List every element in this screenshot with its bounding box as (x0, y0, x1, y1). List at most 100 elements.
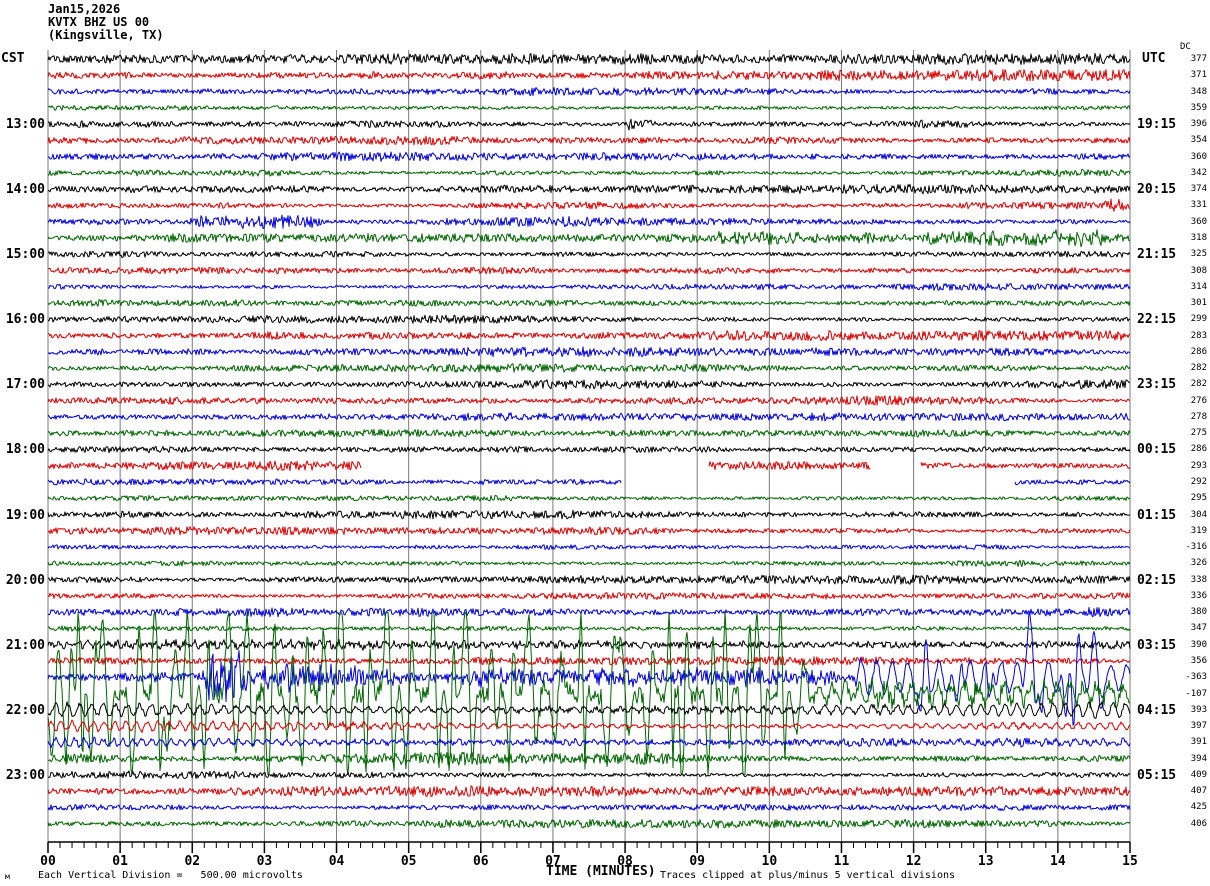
dc-value: 292 (1169, 477, 1207, 487)
dc-value: 286 (1169, 444, 1207, 454)
cst-hour-label: 14:00 (0, 182, 45, 197)
dc-value: 407 (1169, 786, 1207, 796)
x-axis-title: TIME (MINUTES) (546, 864, 656, 879)
seismic-trace-row (48, 429, 1130, 437)
dc-value: 409 (1169, 770, 1207, 780)
seismic-trace-row (48, 702, 1130, 719)
seismic-trace-row (48, 184, 1130, 194)
dc-value: 425 (1169, 802, 1207, 812)
dc-value: 299 (1169, 314, 1207, 324)
seismic-trace-row (48, 331, 1130, 341)
seismic-trace-row (48, 461, 1130, 471)
seismic-trace-row (48, 720, 1130, 732)
cst-hour-label: 23:00 (0, 768, 45, 783)
seismic-trace-row (48, 527, 1130, 535)
cst-hour-label: 13:00 (0, 117, 45, 132)
dc-value: 336 (1169, 591, 1207, 601)
dc-value: 331 (1169, 200, 1207, 210)
seismic-trace-row (48, 70, 1130, 82)
seismic-trace-row (48, 215, 1130, 228)
cst-hour-label: 22:00 (0, 703, 45, 718)
cst-hour-label: 19:00 (0, 508, 45, 523)
dc-value: -363 (1169, 672, 1207, 682)
seismic-trace-row (48, 608, 1130, 617)
dc-value: 354 (1169, 135, 1207, 145)
x-tick-label: 01 (102, 854, 138, 869)
dc-value: 282 (1169, 363, 1207, 373)
cst-hour-label: 16:00 (0, 312, 45, 327)
dc-value: 304 (1169, 510, 1207, 520)
dc-value: 283 (1169, 331, 1207, 341)
seismic-trace-row (48, 545, 1130, 550)
footer-clip-note: Traces clipped at plus/minus 5 vertical … (660, 870, 955, 881)
dc-value: 390 (1169, 640, 1207, 650)
seismic-trace-row (48, 593, 1130, 600)
dc-value: 276 (1169, 396, 1207, 406)
seismic-trace-row (48, 251, 1130, 257)
seismic-trace-row (48, 575, 1130, 584)
dc-value: 391 (1169, 737, 1207, 747)
dc-value: 301 (1169, 298, 1207, 308)
dc-value: 319 (1169, 526, 1207, 536)
seismic-trace-row (48, 315, 1130, 323)
seismic-trace-row (48, 560, 1130, 566)
seismic-trace-row (48, 230, 1130, 247)
seismic-trace-row (48, 300, 1130, 307)
dc-value: 374 (1169, 184, 1207, 194)
x-tick-label: 03 (246, 854, 282, 869)
dc-value: 338 (1169, 575, 1207, 585)
seismic-trace-row (48, 169, 1130, 176)
dc-value: 393 (1169, 705, 1207, 715)
seismic-trace-row (48, 119, 1130, 130)
seismic-trace-row (48, 737, 1130, 748)
seismic-trace-row (48, 364, 1130, 372)
seismic-trace-row (48, 819, 1130, 828)
dc-value: 377 (1169, 54, 1207, 64)
dc-value: -316 (1169, 542, 1207, 552)
dc-value: 318 (1169, 233, 1207, 243)
seismic-trace-row (48, 413, 1130, 421)
dc-value: 293 (1169, 461, 1207, 471)
x-tick-label: 10 (751, 854, 787, 869)
x-tick-label: 13 (968, 854, 1004, 869)
x-tick-label: 00 (30, 854, 66, 869)
seismic-trace-row (48, 88, 1130, 96)
dc-value: 286 (1169, 347, 1207, 357)
helicorder-page: Jan15,2026 KVTX BHZ US 00 (Kingsville, T… (0, 0, 1210, 886)
dc-value: 295 (1169, 493, 1207, 503)
seismic-trace-row (48, 639, 1130, 650)
x-tick-label: 14 (1040, 854, 1076, 869)
dc-value: 348 (1169, 87, 1207, 97)
seismic-trace-row (48, 446, 1130, 452)
seismic-trace-row (48, 613, 1130, 775)
dc-value: 356 (1169, 656, 1207, 666)
cst-hour-label: 18:00 (0, 442, 45, 457)
dc-value: 360 (1169, 217, 1207, 227)
x-tick-label: 15 (1112, 854, 1148, 869)
x-tick-label: 05 (391, 854, 427, 869)
dc-value: 275 (1169, 428, 1207, 438)
seismic-trace-row (48, 53, 1130, 64)
dc-value: 359 (1169, 103, 1207, 113)
seismic-trace-row (48, 752, 1130, 765)
cst-hour-label: 17:00 (0, 377, 45, 392)
trace-plot (0, 0, 1210, 886)
dc-value: 380 (1169, 607, 1207, 617)
seismic-trace-row (48, 283, 1130, 290)
dc-value: 406 (1169, 819, 1207, 829)
seismic-trace-row (48, 479, 1130, 485)
seismic-trace-row (48, 106, 1130, 111)
cst-hour-label: 15:00 (0, 247, 45, 262)
corner-mark: м (5, 872, 10, 881)
seismic-trace-row (48, 626, 1130, 632)
dc-value: 347 (1169, 623, 1207, 633)
seismic-trace-row (48, 510, 1130, 519)
dc-value: 342 (1169, 168, 1207, 178)
seismic-trace-row (48, 380, 1130, 389)
seismic-trace-row (48, 804, 1130, 810)
dc-value: 282 (1169, 379, 1207, 389)
seismic-trace-row (48, 152, 1130, 161)
x-tick-label: 04 (319, 854, 355, 869)
x-tick-label: 12 (896, 854, 932, 869)
dc-value: 308 (1169, 266, 1207, 276)
